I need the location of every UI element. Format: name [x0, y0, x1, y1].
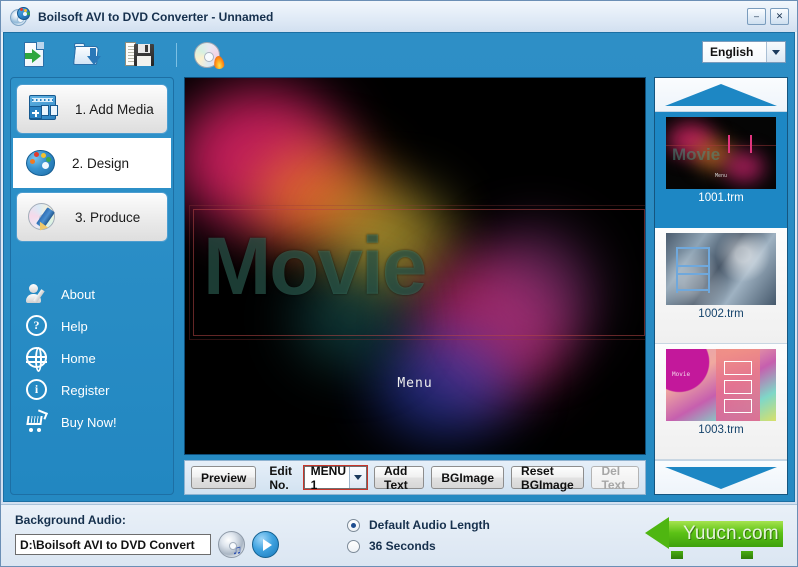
globe-icon: [25, 346, 49, 372]
thumbnail-item[interactable]: Movie 1003.trm: [655, 344, 787, 460]
sidebar-item-about[interactable]: About: [25, 278, 173, 310]
music-note-glyph: ♫: [232, 542, 242, 557]
burn-disc-icon[interactable]: [191, 40, 225, 70]
thumbnail-label: 1003.trm: [698, 424, 744, 436]
main-body: English 1. Add Media 2. Design 3. Produc…: [3, 32, 795, 502]
audio-left-group: Background Audio: D:\Boilsoft AVI to DVD…: [15, 513, 279, 558]
shopping-cart-icon: [25, 409, 49, 434]
thumbnail-panel: Movie Menu 1001.trm 1002.trm Movie 1003.…: [654, 77, 788, 495]
sidebar-step-produce[interactable]: 3. Produce: [16, 192, 168, 242]
audio-length-options: Default Audio Length 36 Seconds: [347, 518, 490, 553]
menu-preview-canvas[interactable]: Movie Menu: [184, 77, 646, 455]
background-audio-label: Background Audio:: [15, 513, 126, 527]
title-bar: Boilsoft AVI to DVD Converter - Unnamed …: [1, 1, 797, 32]
sidebar: 1. Add Media 2. Design 3. Produce About …: [10, 77, 174, 495]
toolbar-separator: [176, 43, 177, 67]
chevron-down-icon: [766, 42, 785, 62]
radio-36-seconds[interactable]: 36 Seconds: [347, 539, 490, 553]
language-value: English: [710, 45, 754, 59]
add-text-button[interactable]: Add Text: [374, 464, 425, 492]
center-column: Movie Menu Preview Edit No. MENU 1 Add T…: [184, 77, 646, 495]
sidebar-menu: About ? Help Home i Register Buy Now!: [11, 278, 173, 438]
movie-title-text[interactable]: Movie: [203, 226, 645, 308]
thumbnail-label: 1002.trm: [698, 308, 744, 320]
menu-number-select[interactable]: MENU 1: [302, 463, 369, 492]
disc-pencil-icon: [27, 200, 61, 234]
thumbnail-item[interactable]: Movie Menu 1001.trm: [655, 112, 787, 228]
cd-music-icon[interactable]: ♫: [218, 531, 245, 558]
del-text-button: Del Text: [591, 464, 639, 492]
sidebar-step-label: 3. Produce: [75, 209, 141, 225]
triangle-down-icon: [665, 466, 777, 489]
sidebar-item-register[interactable]: i Register: [25, 374, 173, 406]
radio-label: Default Audio Length: [369, 518, 490, 532]
sidebar-item-help[interactable]: ? Help: [25, 310, 173, 342]
minimize-button[interactable]: –: [747, 8, 766, 25]
audio-path-input[interactable]: D:\Boilsoft AVI to DVD Convert: [15, 534, 211, 555]
edit-no-label: Edit No.: [269, 463, 293, 492]
thumbnail-movie-text: Movie: [672, 145, 721, 164]
sidebar-step-label: 2. Design: [72, 155, 130, 171]
menu-number-value: MENU 1: [310, 463, 346, 492]
background-audio-panel: Background Audio: D:\Boilsoft AVI to DVD…: [1, 504, 797, 566]
info-circle-icon: i: [25, 378, 49, 402]
triangle-up-icon: [665, 83, 777, 106]
sidebar-item-home[interactable]: Home: [25, 342, 173, 374]
radio-default-audio-length[interactable]: Default Audio Length: [347, 518, 490, 532]
edit-toolbar: Preview Edit No. MENU 1 Add Text BGImage…: [184, 460, 646, 495]
thumbnail-image: Movie: [666, 349, 776, 421]
thumbnail-image: [666, 233, 776, 305]
sidebar-item-label: Register: [61, 382, 110, 398]
close-button[interactable]: ✕: [770, 8, 789, 25]
sidebar-item-buy-now[interactable]: Buy Now!: [25, 406, 173, 438]
user-edit-icon: [25, 282, 49, 306]
thumbnail-movie-text: Movie: [672, 371, 691, 378]
save-project-icon[interactable]: [124, 40, 158, 70]
radio-label: 36 Seconds: [369, 539, 436, 553]
sidebar-item-label: Buy Now!: [61, 414, 117, 430]
watermark-text: Yuucn.com: [683, 523, 779, 544]
radio-indicator: [347, 518, 360, 532]
language-select[interactable]: English: [702, 41, 786, 63]
bgimage-button[interactable]: BGImage: [431, 466, 505, 489]
sidebar-step-label: 1. Add Media: [75, 101, 154, 117]
window-title: Boilsoft AVI to DVD Converter - Unnamed: [38, 9, 274, 24]
reset-bgimage-button[interactable]: Reset BGImage: [511, 464, 585, 492]
new-project-icon[interactable]: [20, 40, 54, 70]
play-button[interactable]: [252, 531, 279, 558]
thumbnail-image: Movie Menu: [666, 117, 776, 189]
thumbnail-menu-text: Menu: [714, 173, 728, 179]
play-icon: [262, 538, 272, 551]
sidebar-step-design[interactable]: 2. Design: [13, 138, 171, 188]
audio-controls-row: D:\Boilsoft AVI to DVD Convert ♫: [15, 531, 279, 558]
sidebar-item-label: About: [61, 286, 95, 302]
watermark: Yuucn.com: [645, 514, 787, 559]
scroll-up-button[interactable]: [655, 78, 787, 112]
thumbnail-item[interactable]: 1002.trm: [655, 228, 787, 344]
content-area: 1. Add Media 2. Design 3. Produce About …: [4, 77, 794, 501]
window-controls: – ✕: [747, 8, 793, 25]
app-icon: [9, 6, 31, 28]
toolbar: English: [4, 33, 794, 77]
menu-caption-text[interactable]: Menu: [185, 376, 645, 391]
open-project-icon[interactable]: [72, 40, 106, 70]
film-add-icon: [27, 92, 61, 126]
application-window: Boilsoft AVI to DVD Converter - Unnamed …: [0, 0, 798, 567]
sidebar-step-add-media[interactable]: 1. Add Media: [16, 84, 168, 134]
radio-indicator: [347, 539, 360, 553]
preview-button[interactable]: Preview: [191, 466, 257, 489]
question-circle-icon: ?: [25, 314, 49, 338]
chevron-down-icon: [348, 467, 366, 488]
thumbnail-list: Movie Menu 1001.trm 1002.trm Movie 1003.…: [655, 112, 787, 460]
scroll-down-button[interactable]: [655, 460, 787, 494]
sidebar-item-label: Home: [61, 350, 96, 366]
thumbnail-label: 1001.trm: [698, 192, 744, 204]
palette-icon: [24, 146, 58, 180]
sidebar-item-label: Help: [61, 318, 88, 334]
